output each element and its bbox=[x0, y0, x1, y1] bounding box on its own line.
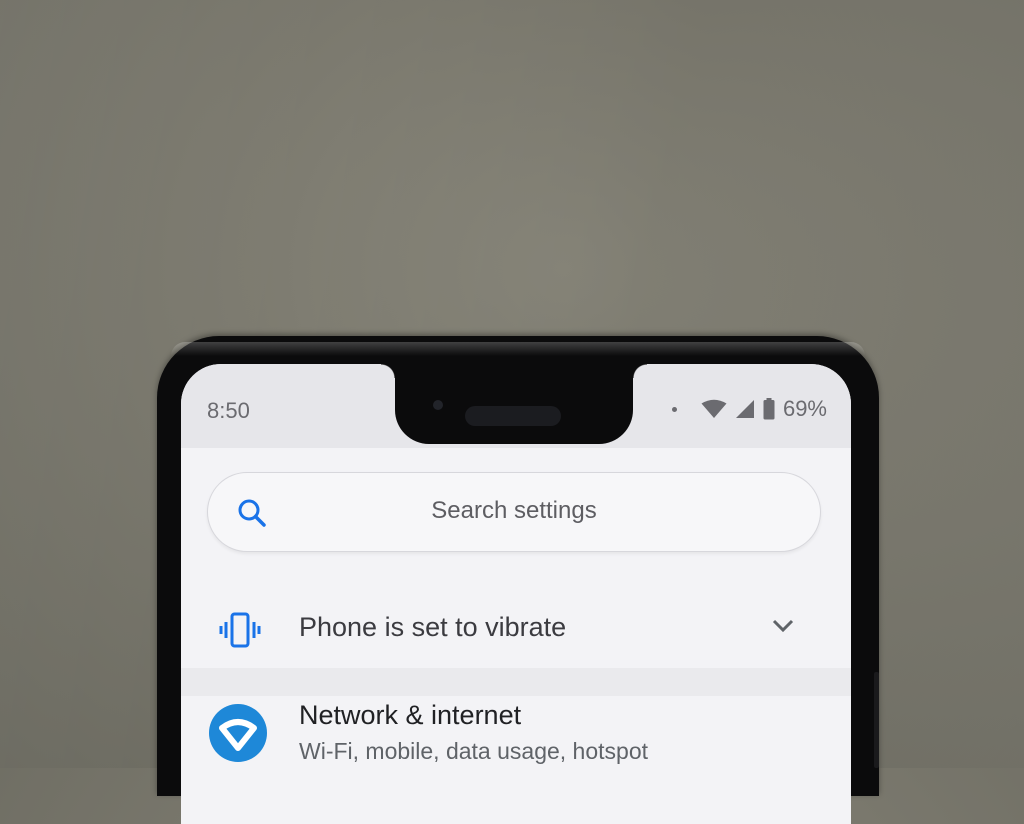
front-camera bbox=[433, 400, 443, 410]
settings-item-network[interactable]: Network & internet Wi-Fi, mobile, data u… bbox=[181, 696, 851, 824]
section-divider bbox=[181, 668, 851, 696]
status-bar: 8:50 69% bbox=[181, 364, 851, 448]
wifi-icon bbox=[209, 704, 267, 762]
vibrate-icon bbox=[219, 612, 261, 648]
status-time: 8:50 bbox=[207, 398, 250, 423]
vibrate-title: Phone is set to vibrate bbox=[299, 612, 567, 642]
display-notch bbox=[381, 364, 647, 444]
settings-item-title: Network & internet bbox=[299, 700, 522, 730]
wifi-icon bbox=[701, 399, 727, 418]
battery-percentage: 69% bbox=[782, 396, 827, 421]
cell-signal-icon bbox=[735, 400, 754, 418]
search-placeholder: Search settings bbox=[431, 497, 597, 524]
chevron-down-icon[interactable] bbox=[771, 618, 795, 634]
earpiece-speaker bbox=[465, 406, 561, 426]
notification-dot-icon bbox=[671, 406, 677, 412]
status-icons: 69% bbox=[671, 394, 827, 424]
search-settings-bar[interactable]: Search settings bbox=[207, 472, 821, 552]
settings-screen: 8:50 69% Search settings Phone is set to… bbox=[181, 364, 851, 824]
phone-side-button bbox=[874, 672, 879, 768]
phone-edge-highlight bbox=[171, 342, 865, 356]
settings-item-subtitle: Wi-Fi, mobile, data usage, hotspot bbox=[299, 738, 648, 764]
phone-frame: 8:50 69% Search settings Phone is set to… bbox=[157, 336, 879, 824]
battery-icon bbox=[763, 398, 775, 420]
vibrate-suggestion[interactable]: Phone is set to vibrate bbox=[181, 596, 851, 668]
